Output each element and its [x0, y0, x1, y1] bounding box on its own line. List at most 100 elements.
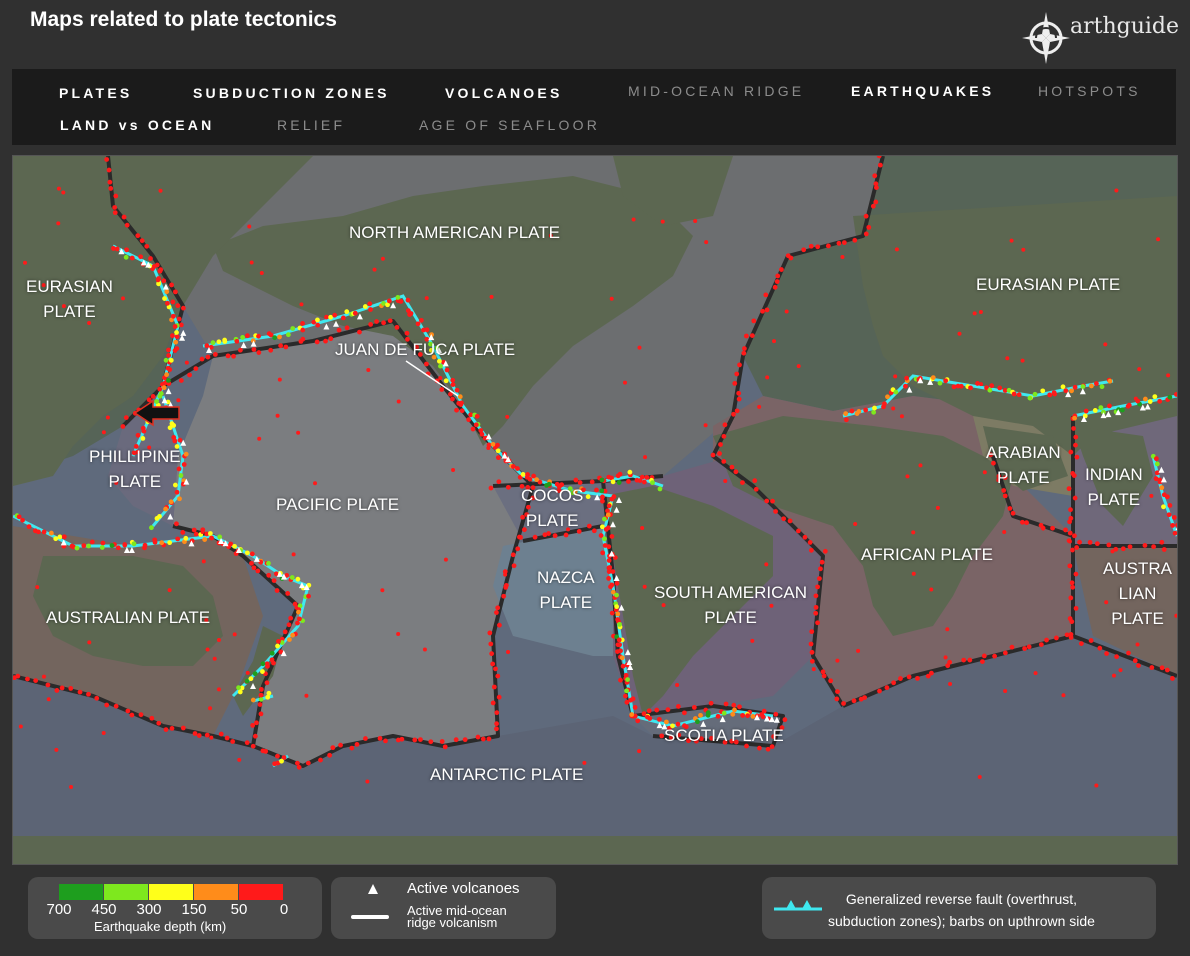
earthquake-dot — [1097, 645, 1103, 651]
fault-legend-label: Generalized reverse fault (overthrust, s… — [828, 891, 1095, 929]
earthquake-dot — [86, 543, 91, 549]
nav-volcanoes[interactable]: VOLCANOES — [445, 85, 562, 101]
earthquake-dot — [69, 543, 75, 549]
earthguide-logo[interactable]: arthguide — [1022, 6, 1179, 66]
earthquake-dot — [459, 408, 465, 414]
earthquake-dot — [749, 333, 755, 339]
earthquake-dot — [708, 700, 714, 706]
earthquake-dot — [494, 610, 499, 615]
earthquake-dot — [1104, 651, 1109, 656]
earthquake-dot — [873, 185, 879, 190]
earthquake-dot — [131, 541, 137, 547]
earthquake-dot — [168, 357, 174, 363]
label-south-american-plate: SOUTH AMERICAN PLATE — [654, 583, 808, 627]
earthquake-dot — [77, 689, 83, 695]
earthquake-dot — [647, 716, 653, 721]
nav-relief[interactable]: RELIEF — [277, 117, 345, 133]
earthquake-dot — [453, 737, 459, 743]
earthquake-dot — [138, 254, 144, 260]
earthquake-dot — [297, 616, 302, 622]
earthquake-dot — [442, 744, 448, 750]
earthquake-dot — [396, 631, 401, 636]
earthquake-dot — [1022, 646, 1028, 651]
earthquake-dot — [937, 380, 943, 386]
earthquake-dot — [773, 711, 779, 717]
earthquake-dot — [495, 673, 501, 679]
earthquake-dot — [438, 363, 443, 369]
earthquake-dot — [772, 284, 778, 290]
earthquake-dot — [511, 563, 517, 569]
earthquake-dot — [444, 367, 450, 373]
earthquake-dot — [249, 560, 254, 566]
earthquake-dot — [935, 505, 940, 510]
earthquake-dot — [501, 593, 507, 599]
earthquake-dot — [1111, 673, 1116, 678]
earthquake-dot — [422, 647, 427, 652]
earthquake-dot — [18, 724, 23, 729]
earthquake-dot — [177, 496, 182, 502]
earthquake-dot — [150, 394, 156, 399]
earthquake-dot — [818, 566, 823, 572]
earthquake-dot — [295, 760, 300, 766]
earthquake-dot — [99, 545, 105, 550]
earthquake-dot — [1110, 549, 1115, 554]
earthquake-dot — [115, 545, 121, 551]
earthquake-dot — [184, 360, 189, 365]
earthquake-dot — [1127, 544, 1133, 550]
earthquake-dot — [703, 423, 708, 428]
nav-subduction-zones[interactable]: SUBDUCTION ZONES — [193, 85, 390, 101]
earthquake-dot — [142, 542, 148, 548]
earthquake-dot — [828, 678, 834, 684]
nav-age-of-seafloor[interactable]: AGE OF SEAFLOOR — [419, 117, 600, 133]
earthquake-dot — [809, 649, 815, 655]
earthquake-dot — [632, 705, 638, 710]
earthquake-dot — [616, 480, 622, 485]
label-australian-plate-west: AUSTRALIAN PLATE — [46, 608, 211, 627]
earthquake-dot — [607, 565, 613, 570]
earthquake-dot — [718, 442, 723, 447]
earthquake-dot — [856, 409, 862, 414]
earthquake-dot — [174, 334, 180, 340]
earthquake-dot — [884, 685, 890, 691]
earthquake-dot — [614, 580, 620, 586]
earthquake-dot — [503, 572, 508, 577]
earthquake-dot — [237, 757, 242, 762]
earthquake-dot — [1007, 506, 1013, 511]
earthquake-dot — [730, 711, 736, 717]
nav-mid-ocean-ridge[interactable]: MID-OCEAN RIDGE — [628, 83, 804, 99]
earthquake-dot — [987, 387, 993, 393]
nav-earthquakes[interactable]: EARTHQUAKES — [851, 83, 994, 99]
earthquake-dot — [466, 417, 472, 423]
earthquake-dot — [20, 517, 25, 523]
earthquake-dot — [154, 262, 160, 268]
earthquake-dot — [439, 387, 445, 392]
earthquake-dot — [54, 747, 59, 752]
earthquake-dot — [135, 233, 141, 239]
earthquake-dot — [929, 670, 934, 676]
earthquake-dot — [204, 732, 210, 738]
earthquake-dot — [244, 678, 250, 684]
earthquake-dot — [1067, 539, 1072, 544]
earthquake-dot — [801, 247, 807, 253]
earthquake-dot — [1142, 543, 1148, 548]
earthquake-dot — [490, 441, 496, 447]
earthquake-dot — [104, 702, 110, 708]
nav-hotspots[interactable]: HOTSPOTS — [1038, 83, 1141, 99]
earthquake-dot — [112, 205, 118, 210]
earthquake-dot — [163, 727, 169, 732]
nav-land-vs-ocean[interactable]: LAND vs OCEAN — [60, 117, 214, 133]
nav-plates[interactable]: PLATES — [59, 85, 132, 101]
earthquake-dot — [853, 522, 858, 527]
legend-earthquake-depth: 700 450 300 150 50 0 Earthquake depth (km) — [28, 877, 322, 939]
earthquake-dot — [33, 678, 39, 684]
earthquake-dot — [336, 327, 342, 333]
earthquake-dot — [594, 487, 599, 493]
earthquake-dot — [503, 584, 509, 590]
earthquake-dot — [1050, 525, 1055, 531]
earthquake-dot — [1164, 494, 1170, 500]
earthquake-dot — [108, 186, 114, 191]
earthquake-dot — [836, 240, 842, 246]
earthquake-dot — [191, 527, 197, 533]
plate-tectonics-map[interactable]: EURASIAN PLATE NORTH AMERICAN PLATE JUAN… — [12, 155, 1178, 865]
earthquake-dot — [721, 433, 727, 439]
